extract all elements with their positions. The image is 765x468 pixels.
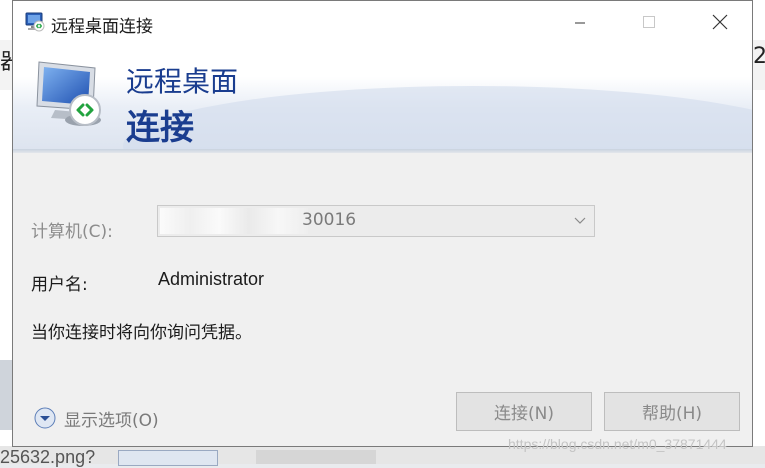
computer-label: 计算机(C): [31, 222, 113, 242]
close-icon [712, 14, 728, 34]
minimize-button[interactable] [557, 1, 603, 46]
background-left-text: 器 [0, 50, 12, 74]
close-button[interactable] [697, 1, 743, 46]
banner-title-line-2: 连接 [126, 108, 194, 148]
credentials-info-text: 当你连接时将向你询问凭据。 [31, 323, 252, 343]
background-left-edge [0, 360, 12, 430]
banner-divider [13, 149, 752, 153]
remote-desktop-monitor-icon [33, 54, 113, 134]
remote-desktop-app-icon [24, 11, 46, 33]
background-right-text: 2 [753, 44, 765, 69]
minimize-icon [574, 14, 586, 33]
background-bottom-box-2 [256, 450, 376, 464]
watermark-text: https://blog.csdn.net/m0_37871444 [508, 436, 727, 452]
connect-button[interactable]: 连接(N) [456, 392, 592, 431]
computer-value: 30016 [302, 210, 357, 230]
background-filename-text: 25632.png? [0, 447, 96, 467]
maximize-button[interactable] [626, 1, 672, 46]
title-bar[interactable]: 远程桌面连接 [13, 1, 752, 46]
username-label: 用户名: [31, 275, 88, 295]
expand-circle-icon [34, 407, 56, 429]
username-value: Administrator [158, 269, 265, 289]
show-options-toggle[interactable]: 显示选项(O) [34, 405, 159, 431]
computer-combobox[interactable]: 30016 [157, 205, 595, 237]
redacted-address [160, 208, 308, 234]
remote-desktop-dialog: 远程桌面连接 远程桌面 连接 计算机(C): 30016 用户名: Admini… [12, 0, 753, 447]
show-options-label: 显示选项(O) [64, 410, 159, 431]
banner-title-line-1: 远程桌面 [126, 65, 239, 98]
maximize-icon [642, 14, 656, 33]
header-banner: 远程桌面 连接 [13, 46, 752, 149]
help-button[interactable]: 帮助(H) [604, 392, 740, 431]
window-title: 远程桌面连接 [51, 17, 153, 37]
chevron-down-icon[interactable] [566, 206, 594, 236]
